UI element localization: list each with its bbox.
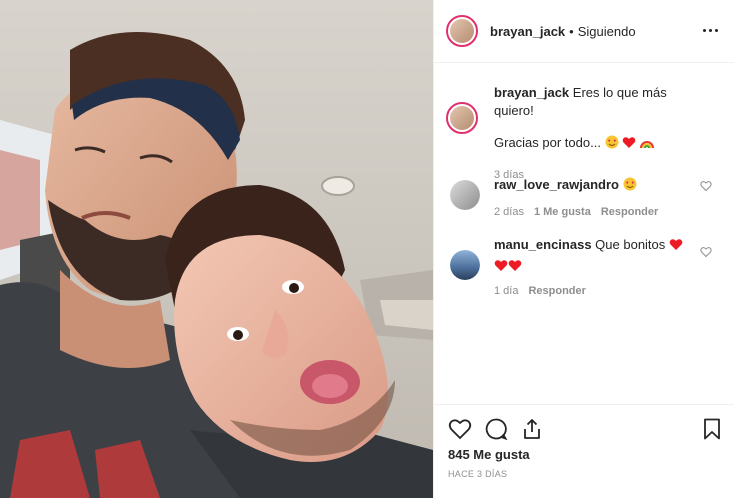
caption-line2: Gracias por todo... <box>494 135 601 150</box>
post-side-panel: brayan_jack • Siguiendo brayan_jack Eres l… <box>433 0 734 498</box>
like-comment-icon[interactable] <box>700 246 712 258</box>
red-heart-emoji <box>508 259 522 277</box>
share-icon[interactable] <box>520 417 544 441</box>
follow-status[interactable]: Siguiendo <box>578 24 636 39</box>
comment-item: raw_love_rawjandro 2 días 1 Me gusta Respo… <box>446 176 726 226</box>
header-user-line: brayan_jack • Siguiendo <box>490 24 636 39</box>
rainbow-emoji <box>639 136 654 154</box>
author-avatar[interactable] <box>446 15 478 47</box>
more-options-icon[interactable] <box>703 23 721 37</box>
comment-likes[interactable]: 1 Me gusta <box>534 206 591 218</box>
post-photo[interactable] <box>0 0 433 498</box>
post-actions: 845 Me gusta HACE 3 DÍAS <box>434 404 734 499</box>
reply-button[interactable]: Responder <box>528 285 585 297</box>
red-heart-emoji <box>669 238 683 256</box>
heart-eyes-emoji <box>623 177 637 196</box>
comment-meta: 1 día Responder <box>494 282 586 300</box>
commenter-avatar[interactable] <box>450 180 480 210</box>
bookmark-icon[interactable] <box>700 417 724 441</box>
comment-text: raw_love_rawjandro <box>494 176 704 196</box>
red-heart-emoji <box>494 259 508 277</box>
instagram-post-view: brayan_jack • Siguiendo brayan_jack Eres l… <box>0 0 734 498</box>
selfie-photo <box>0 0 433 498</box>
comment-username[interactable]: raw_love_rawjandro <box>494 177 619 192</box>
like-heart-icon[interactable] <box>448 417 472 441</box>
comment-bubble-icon[interactable] <box>484 417 508 441</box>
post-header: brayan_jack • Siguiendo <box>434 0 734 63</box>
comment-text: manu_encinass Que bonitos <box>494 236 704 277</box>
comment-item: manu_encinass Que bonitos 1 día Responde… <box>446 236 726 297</box>
like-comment-icon[interactable] <box>700 180 712 192</box>
comments-list: brayan_jack Eres lo que más quiero! Grac… <box>434 62 734 404</box>
comment-body: Que bonitos <box>595 237 666 252</box>
caption-avatar[interactable] <box>446 102 478 134</box>
caption-text: brayan_jack Eres lo que más quiero! Grac… <box>494 84 704 154</box>
comment-age[interactable]: 1 día <box>494 285 518 297</box>
post-timestamp: HACE 3 DÍAS <box>448 469 508 479</box>
comment-username[interactable]: manu_encinass <box>494 237 592 252</box>
author-username[interactable]: brayan_jack <box>490 24 565 39</box>
comment-age[interactable]: 2 días <box>494 206 524 218</box>
commenter-avatar[interactable] <box>450 250 480 280</box>
comment-meta: 2 días 1 Me gusta Responder <box>494 203 658 221</box>
caption-username[interactable]: brayan_jack <box>494 85 569 100</box>
likes-count[interactable]: 845 Me gusta <box>448 447 530 462</box>
red-heart-emoji <box>622 136 636 154</box>
caption: brayan_jack Eres lo que más quiero! Grac… <box>446 84 726 181</box>
separator-dot: • <box>569 24 574 39</box>
heart-eyes-emoji <box>605 135 619 154</box>
reply-button[interactable]: Responder <box>601 206 658 218</box>
